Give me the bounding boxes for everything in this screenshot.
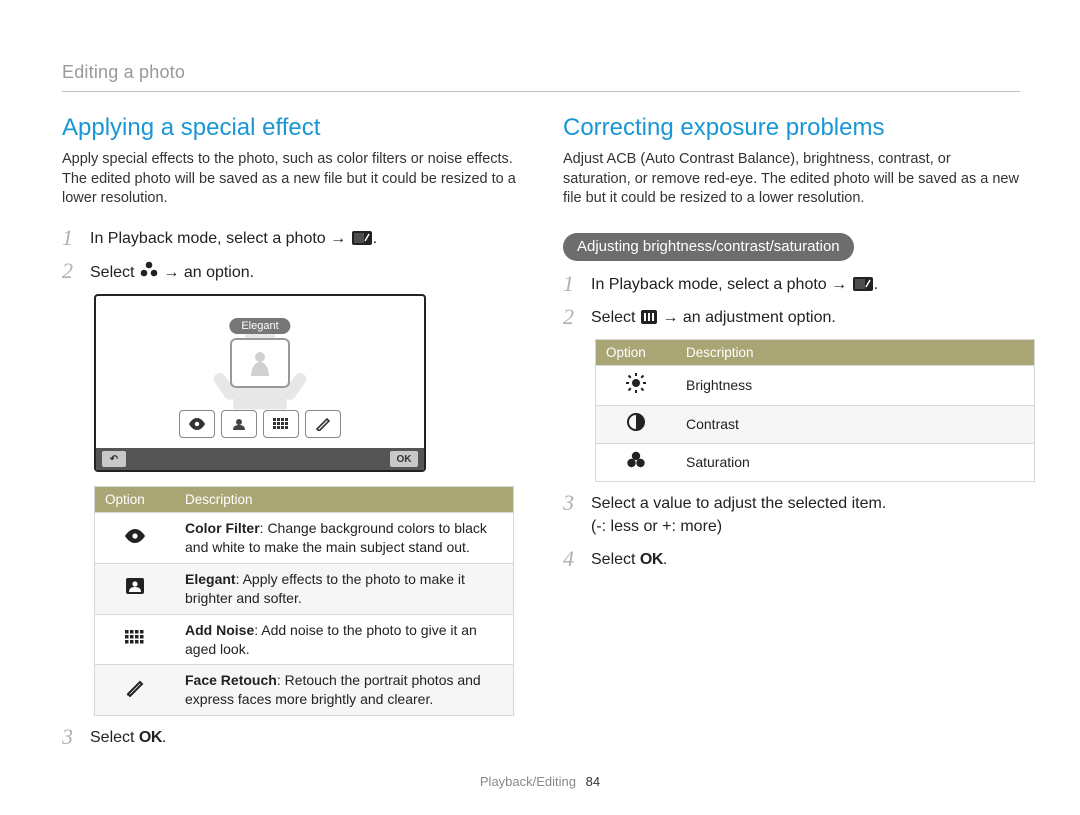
heading-exposure: Correcting exposure problems [563, 114, 1020, 142]
table-row: Contrast [596, 405, 1035, 443]
noise-icon [95, 614, 176, 665]
effects-options-table: Option Description Color Filter: Change … [94, 486, 514, 716]
back-button: ↶ [102, 451, 126, 467]
opt-name: Color Filter [185, 520, 260, 536]
tool-noise [263, 410, 299, 438]
heading-apply-effect: Applying a special effect [62, 114, 519, 142]
effect-toolbar [179, 410, 341, 438]
footer-chapter: Playback/Editing [480, 774, 576, 789]
brightness-icon [596, 366, 677, 406]
table-row: Elegant: Apply effects to the photo to m… [95, 563, 514, 614]
subheading-pill: Adjusting brightness/contrast/saturation [563, 233, 854, 261]
section-divider [62, 91, 1020, 92]
table-row: Face Retouch: Retouch the portrait photo… [95, 665, 514, 716]
step-text: . [874, 276, 878, 293]
left-step-2: 2 Select → an option. [62, 260, 519, 284]
opt-name: Elegant [185, 571, 236, 587]
opt-name: Face Retouch [185, 672, 277, 688]
left-step-1: 1 In Playback mode, select a photo → . [62, 227, 519, 250]
edit-icon [351, 230, 373, 246]
page-footer: Playback/Editing 84 [0, 774, 1080, 789]
ok-icon: OK [139, 729, 162, 746]
col-left: Applying a special effect Apply special … [62, 114, 519, 759]
opt-desc: Contrast [676, 405, 1035, 443]
step-text: . [663, 551, 667, 568]
bottom-bar: ↶ OK [96, 448, 424, 470]
tool-colorfilter [179, 410, 215, 438]
table-row: Color Filter: Change background colors t… [95, 513, 514, 564]
opt-name: Add Noise [185, 622, 254, 638]
th-desc: Description [676, 340, 1035, 366]
section-title: Editing a photo [62, 62, 1020, 83]
opt-desc: Saturation [676, 443, 1035, 481]
col-right: Correcting exposure problems Adjust ACB … [563, 114, 1020, 759]
saturation-icon [596, 443, 677, 481]
effect-label: Elegant [229, 318, 290, 334]
step-text: Select a value to adjust the selected it… [591, 492, 1020, 538]
step-text: In Playback mode, select a photo → [591, 276, 852, 293]
photostyle-icon [139, 260, 159, 280]
right-step-1: 1 In Playback mode, select a photo → . [563, 273, 1020, 296]
person-icon [245, 348, 275, 378]
th-desc: Description [175, 487, 514, 513]
intro-apply-effect: Apply special effects to the photo, such… [62, 150, 519, 209]
step-text: . [162, 729, 166, 746]
step-text: Select [591, 309, 640, 326]
tool-elegant [221, 410, 257, 438]
left-step-3: 3 Select OK. [62, 726, 519, 749]
th-option: Option [596, 340, 677, 366]
tool-retouch [305, 410, 341, 438]
table-row: Saturation [596, 443, 1035, 481]
thumb-frame [230, 338, 290, 388]
step-text: . [373, 230, 377, 247]
opt-desc: Brightness [676, 366, 1035, 406]
face-retouch-icon [95, 665, 176, 716]
adjust-icon [640, 309, 658, 325]
edit-icon [852, 276, 874, 292]
right-step-4: 4 Select OK. [563, 548, 1020, 571]
step-text: Select [90, 264, 139, 281]
footer-page: 84 [586, 774, 600, 789]
right-step-3: 3 Select a value to adjust the selected … [563, 492, 1020, 538]
th-option: Option [95, 487, 176, 513]
table-row: Add Noise: Add noise to the photo to giv… [95, 614, 514, 665]
adjustment-options-table: Option Description Brightness Contrast [595, 339, 1035, 482]
contrast-icon [596, 405, 677, 443]
step-text: → an option. [163, 264, 254, 281]
step-text: Select [90, 729, 139, 746]
step-text: In Playback mode, select a photo → [90, 230, 351, 247]
step-text: → an adjustment option. [662, 309, 835, 326]
camera-screen-illustration: Elegant ↶ OK [94, 294, 426, 472]
table-row: Brightness [596, 366, 1035, 406]
right-step-2: 2 Select → an adjustment option. [563, 306, 1020, 329]
elegant-icon [95, 563, 176, 614]
step-text: Select [591, 551, 640, 568]
color-filter-icon [95, 513, 176, 564]
ok-button: OK [390, 451, 418, 467]
ok-icon: OK [640, 551, 663, 568]
intro-exposure: Adjust ACB (Auto Contrast Balance), brig… [563, 150, 1020, 209]
